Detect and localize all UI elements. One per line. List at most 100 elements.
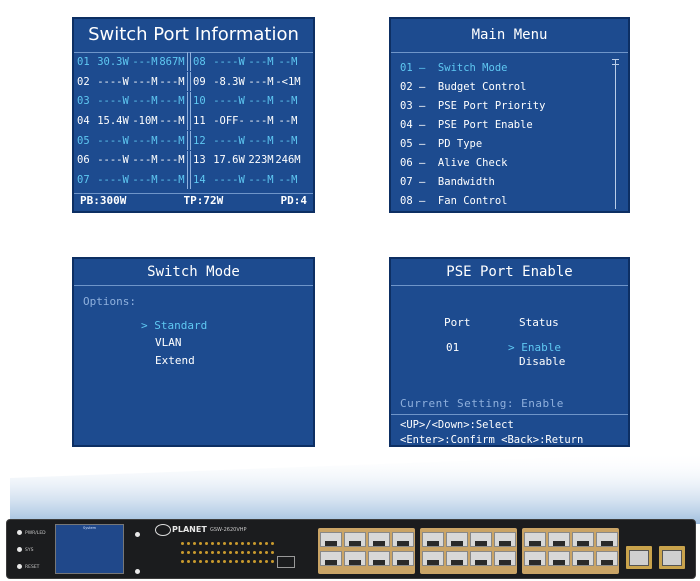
port-led-icon: [211, 551, 214, 554]
port-power: 15.4W: [97, 114, 129, 127]
port-info-row: 06 ----W ---M ---M 13 17.6W 223M 246M: [77, 150, 310, 170]
pse-port-enable-title: PSE Port Enable: [446, 264, 573, 280]
port-led-icon: [199, 551, 202, 554]
port-number: 07: [77, 173, 90, 186]
model-label: GSW-2620VHP: [210, 527, 247, 533]
port-power: ----W: [97, 75, 129, 88]
rj45-port[interactable]: [422, 532, 444, 547]
port-power: ----W: [213, 134, 245, 147]
rj45-port[interactable]: [344, 532, 366, 547]
switch-mode-title: Switch Mode: [147, 264, 240, 280]
port-number: 05: [77, 134, 90, 147]
rj45-port[interactable]: [446, 532, 468, 547]
rj45-port[interactable]: [320, 532, 342, 547]
switch-port-info-panel: Switch Port Information 01 30.3W ---M 867M 0…: [72, 17, 315, 213]
column-separator: [187, 72, 191, 92]
port-number: 11: [193, 114, 206, 127]
button-icon[interactable]: [135, 532, 140, 537]
port-power: ----W: [97, 154, 129, 167]
menu-item-pse-port-enable[interactable]: 04 — PSE Port Enable: [400, 116, 545, 135]
rj45-port[interactable]: [548, 551, 570, 566]
port-led-icon: [265, 542, 268, 545]
port-value: 01: [446, 341, 460, 354]
port-info-row: 03 ----W ---M ---M 10 ----W ---M --M: [77, 91, 310, 111]
rj45-port[interactable]: [494, 532, 516, 547]
rj45-port[interactable]: [572, 551, 594, 566]
port-led-icon: [265, 551, 268, 554]
menu-item-bandwidth[interactable]: 07 — Bandwidth: [400, 173, 545, 192]
divider: [391, 52, 628, 53]
rj45-port[interactable]: [446, 551, 468, 566]
port-bandwidth: ---M: [159, 95, 185, 108]
port-info-row: 04 15.4W -10M ---M 11 -OFF- ---M --M: [77, 111, 310, 131]
rj45-port[interactable]: [494, 551, 516, 566]
rj45-port[interactable]: [596, 551, 618, 566]
rj45-port[interactable]: [524, 532, 546, 547]
menu-item-pse-port-priority[interactable]: 03 — PSE Port Priority: [400, 97, 545, 116]
port-power: ----W: [97, 173, 129, 186]
port-power: ----W: [97, 95, 129, 108]
reset-button-icon[interactable]: [17, 564, 22, 569]
options-label: Options:: [83, 295, 136, 308]
port-led-icon: [187, 542, 190, 545]
rj45-port[interactable]: [548, 532, 570, 547]
rj45-port[interactable]: [320, 551, 342, 566]
port-led-icon: [223, 542, 226, 545]
port-bandwidth: ---M: [159, 134, 185, 147]
port-led-icon: [247, 560, 250, 563]
port-led-icon: [193, 542, 196, 545]
port-led-icon: [235, 560, 238, 563]
button-icon[interactable]: [135, 569, 140, 574]
sfp-port-1[interactable]: [626, 546, 652, 569]
port-speed: -10M: [132, 114, 158, 127]
column-separator: [187, 111, 191, 131]
sfp-port-2[interactable]: [659, 546, 685, 569]
port-number: 01: [77, 55, 90, 68]
port-led-icon: [247, 551, 250, 554]
port-number: 14: [193, 173, 206, 186]
divider: [391, 414, 628, 415]
status-option-enable[interactable]: > Enable: [508, 341, 561, 354]
rj45-port[interactable]: [422, 551, 444, 566]
rj45-port[interactable]: [368, 532, 390, 547]
menu-item-pd-type[interactable]: 05 — PD Type: [400, 135, 545, 154]
option-extend[interactable]: Extend: [155, 354, 195, 367]
rj45-port[interactable]: [470, 551, 492, 566]
rj45-port[interactable]: [524, 551, 546, 566]
port-led-icon: [199, 560, 202, 563]
port-number: 10: [193, 95, 206, 108]
menu-scrollbar[interactable]: [615, 59, 616, 209]
divider: [391, 285, 628, 286]
menu-item-budget-control[interactable]: 02 — Budget Control: [400, 78, 545, 97]
rj45-port[interactable]: [596, 532, 618, 547]
console-port-icon: [277, 556, 295, 568]
pwr-led-label: PWR/LED: [25, 531, 46, 536]
rj45-port[interactable]: [368, 551, 390, 566]
port-speed: 223M: [248, 154, 274, 167]
port-led-icon: [187, 551, 190, 554]
port-speed: ---M: [132, 95, 158, 108]
option-standard[interactable]: > Standard: [141, 319, 207, 332]
port-led-icon: [271, 551, 274, 554]
rj45-port[interactable]: [470, 532, 492, 547]
menu-item-fan-control[interactable]: 08 — Fan Control: [400, 192, 545, 211]
port-bandwidth: ---M: [159, 75, 185, 88]
status-option-disable[interactable]: Disable: [519, 355, 565, 368]
port-number: 13: [193, 154, 206, 167]
menu-item-switch-mode[interactable]: 01 — Switch Mode: [400, 59, 545, 78]
port-led-icon: [217, 551, 220, 554]
port-speed: ---M: [132, 154, 158, 167]
pse-port-enable-panel: PSE Port Enable Port Status 01 > Enable …: [389, 257, 630, 447]
port-led-icon: [205, 551, 208, 554]
port-power: ----W: [213, 173, 245, 186]
option-vlan[interactable]: VLAN: [155, 336, 182, 349]
brand-label: PLANET: [172, 525, 207, 534]
menu-scrollbar-thumb[interactable]: [612, 59, 619, 65]
rj45-port[interactable]: [392, 551, 414, 566]
rj45-port[interactable]: [392, 532, 414, 547]
rj45-port[interactable]: [344, 551, 366, 566]
port-led-icon: [265, 560, 268, 563]
menu-item-alive-check[interactable]: 06 — Alive Check: [400, 154, 545, 173]
rj45-port[interactable]: [572, 532, 594, 547]
port-led-icon: [253, 560, 256, 563]
